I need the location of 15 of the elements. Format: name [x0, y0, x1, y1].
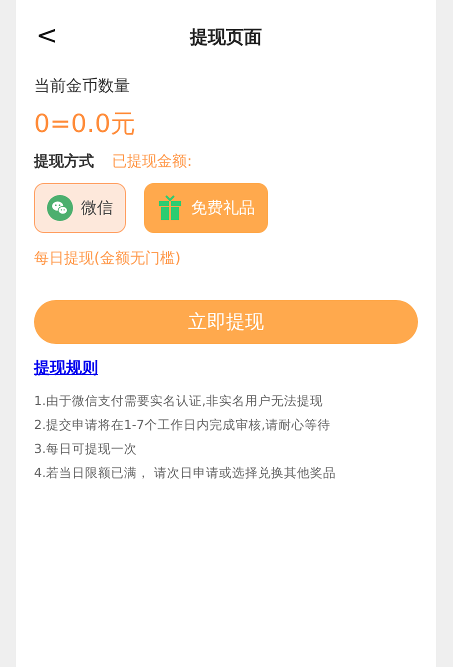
rule-text: 2.提交申请将在1-7个工作日内完成审核,请耐心等待: [34, 417, 332, 434]
rule-text: 4.若当日限额已满， 请次日申请或选择兑换其他奖品: [34, 465, 337, 482]
daily-withdraw-note: 每日提现(金额无门槛): [34, 249, 182, 268]
back-button[interactable]: <: [36, 22, 58, 50]
rule-text: 3.每日可提现一次: [34, 441, 138, 458]
page-title: 提现页面: [190, 26, 262, 49]
gift-icon: [157, 195, 183, 221]
chat-bubbles-icon: [47, 195, 73, 221]
coin-value: 0=0.0元: [34, 108, 137, 140]
withdrawn-amount-label: 已提现金额:: [112, 152, 192, 171]
rule-text: 1.由于微信支付需要实名认证,非实名用户无法提现: [34, 393, 324, 410]
coin-count-label: 当前金币数量: [34, 76, 131, 97]
payment-option[interactable]: 微信: [34, 183, 126, 233]
rules-link[interactable]: 提现规则: [34, 358, 98, 377]
method-label: 提现方式: [34, 152, 94, 171]
